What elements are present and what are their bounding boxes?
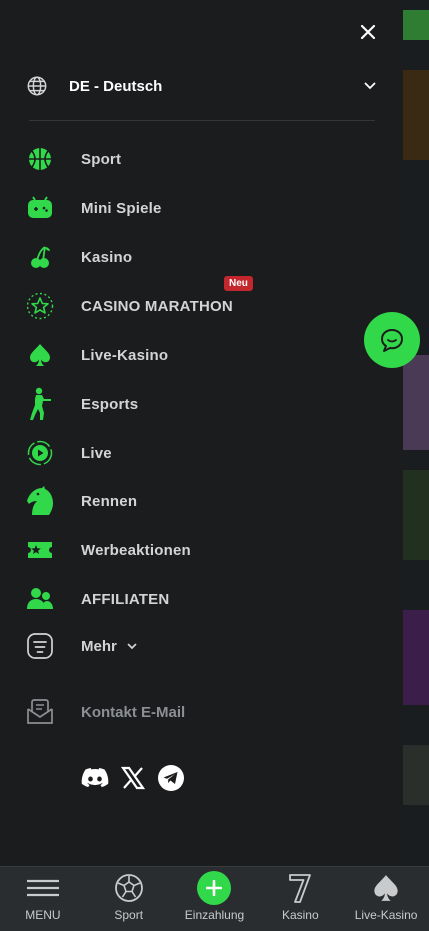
nav-item-werbeaktionen[interactable]: Werbeaktionen	[24, 532, 384, 568]
bottom-nav-label: Kasino	[281, 908, 319, 922]
nav-item-label: Esports	[81, 395, 139, 413]
app-screen: DE - Deutsch Sport Mini Spiele Kasino CA…	[0, 0, 429, 931]
nav-item-mini-spiele[interactable]: Mini Spiele	[24, 190, 384, 226]
star-icon	[24, 290, 56, 322]
live-chat-button[interactable]	[364, 312, 420, 368]
chevron-down-icon	[127, 643, 137, 649]
soldier-icon	[24, 387, 56, 420]
contact-email-link[interactable]: Kontakt E-Mail	[24, 695, 185, 729]
nav-item-live[interactable]: Live	[24, 435, 384, 471]
close-button[interactable]	[354, 18, 382, 46]
nav-item-label: Kasino	[81, 248, 133, 266]
nav-item-casino-marathon[interactable]: CASINO MARATHON Neu	[24, 276, 384, 324]
hamburger-icon	[26, 872, 60, 904]
nav-item-label: AFFILIATEN	[81, 590, 170, 608]
chevron-down-icon	[364, 82, 376, 90]
new-badge: Neu	[224, 276, 253, 291]
nav-item-esports[interactable]: Esports	[24, 386, 384, 422]
seven-icon	[287, 872, 313, 904]
nav-item-sport[interactable]: Sport	[24, 141, 384, 177]
bottom-nav-live-kasino[interactable]: Live-Kasino	[343, 867, 429, 931]
nav-item-label: Live-Kasino	[81, 346, 169, 364]
bottom-nav-kasino[interactable]: Kasino	[257, 867, 343, 931]
nav-item-rennen[interactable]: Rennen	[24, 483, 384, 519]
deposit-icon-wrap	[197, 871, 232, 905]
horse-icon	[24, 485, 56, 517]
x-icon[interactable]	[119, 764, 147, 792]
bottom-nav-sport[interactable]: Sport	[86, 867, 172, 931]
more-icon	[24, 630, 56, 662]
users-icon	[24, 583, 56, 615]
spade-icon	[24, 339, 56, 371]
nav-item-kasino[interactable]: Kasino	[24, 239, 384, 275]
side-menu-drawer: DE - Deutsch Sport Mini Spiele Kasino CA…	[0, 0, 403, 866]
plus-icon	[197, 871, 232, 905]
social-links	[81, 764, 185, 792]
language-label: DE - Deutsch	[69, 77, 163, 95]
promo-ticket-icon	[24, 534, 56, 566]
bottom-nav-label: Live-Kasino	[354, 908, 418, 922]
spade-icon	[373, 872, 399, 904]
contact-label: Kontakt E-Mail	[81, 703, 186, 721]
bottom-nav-label: Sport	[114, 908, 144, 922]
live-play-icon	[24, 437, 56, 469]
bottom-navigation: MENU Sport Einzahlung Kasino Live-Kasino	[0, 866, 429, 931]
bottom-nav-deposit[interactable]: Einzahlung	[172, 867, 258, 931]
bottom-nav-label: Einzahlung	[184, 908, 245, 922]
chat-icon	[381, 329, 403, 352]
telegram-icon[interactable]	[157, 764, 185, 792]
gamepad-icon	[24, 192, 56, 224]
nav-item-label: Sport	[81, 150, 122, 168]
more-menu-toggle[interactable]: Mehr	[24, 630, 137, 662]
basketball-icon	[24, 143, 56, 175]
nav-item-label: Mini Spiele	[81, 199, 162, 217]
language-selector[interactable]: DE - Deutsch	[26, 70, 376, 102]
mail-icon	[24, 696, 56, 728]
nav-item-label: Rennen	[81, 492, 138, 510]
background-content	[403, 0, 429, 866]
more-label: Mehr	[81, 637, 117, 655]
nav-item-label: CASINO MARATHON	[81, 297, 233, 315]
divider	[29, 120, 375, 121]
nav-item-label: Werbeaktionen	[81, 541, 191, 559]
close-icon	[360, 24, 376, 40]
nav-item-live-kasino[interactable]: Live-Kasino	[24, 337, 384, 373]
soccer-ball-icon	[114, 872, 144, 904]
discord-icon[interactable]	[81, 764, 109, 792]
globe-icon	[27, 76, 47, 96]
cherry-icon	[24, 241, 56, 273]
bottom-nav-label: MENU	[25, 908, 61, 922]
bottom-nav-menu[interactable]: MENU	[0, 867, 86, 931]
nav-item-affiliaten[interactable]: AFFILIATEN	[24, 581, 384, 617]
nav-item-label: Live	[81, 444, 112, 462]
